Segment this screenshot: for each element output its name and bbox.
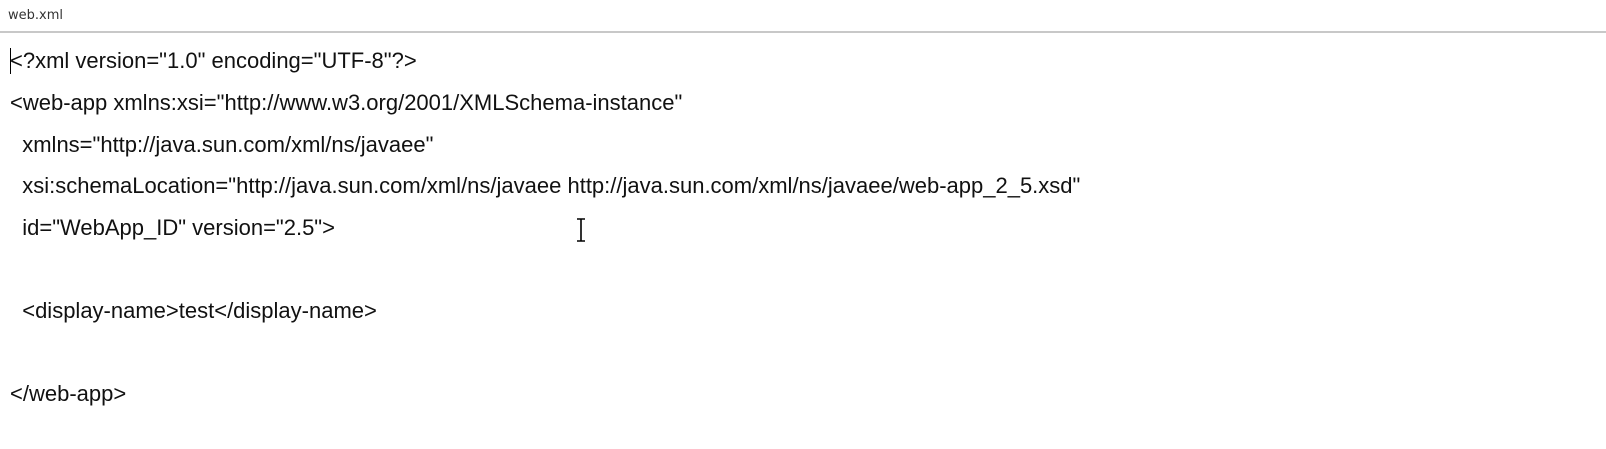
code-line-9[interactable]: </web-app>	[10, 381, 126, 407]
code-line-5[interactable]: id="WebApp_ID" version="2.5">	[10, 215, 335, 241]
code-line-2[interactable]: <web-app xmlns:xsi="http://www.w3.org/20…	[10, 90, 682, 116]
code-line-1[interactable]: <?xml version="1.0" encoding="UTF-8"?>	[10, 48, 417, 74]
code-line-7[interactable]: <display-name>test</display-name>	[10, 298, 377, 324]
code-line-4[interactable]: xsi:schemaLocation="http://java.sun.com/…	[10, 173, 1080, 199]
ibeam-cursor-icon	[577, 218, 585, 242]
editor-tab-bar: web.xml	[0, 0, 1606, 33]
file-tab-label[interactable]: web.xml	[8, 8, 63, 23]
code-line-3[interactable]: xmlns="http://java.sun.com/xml/ns/javaee…	[10, 132, 433, 158]
code-editor[interactable]: <?xml version="1.0" encoding="UTF-8"?> <…	[0, 33, 1606, 449]
